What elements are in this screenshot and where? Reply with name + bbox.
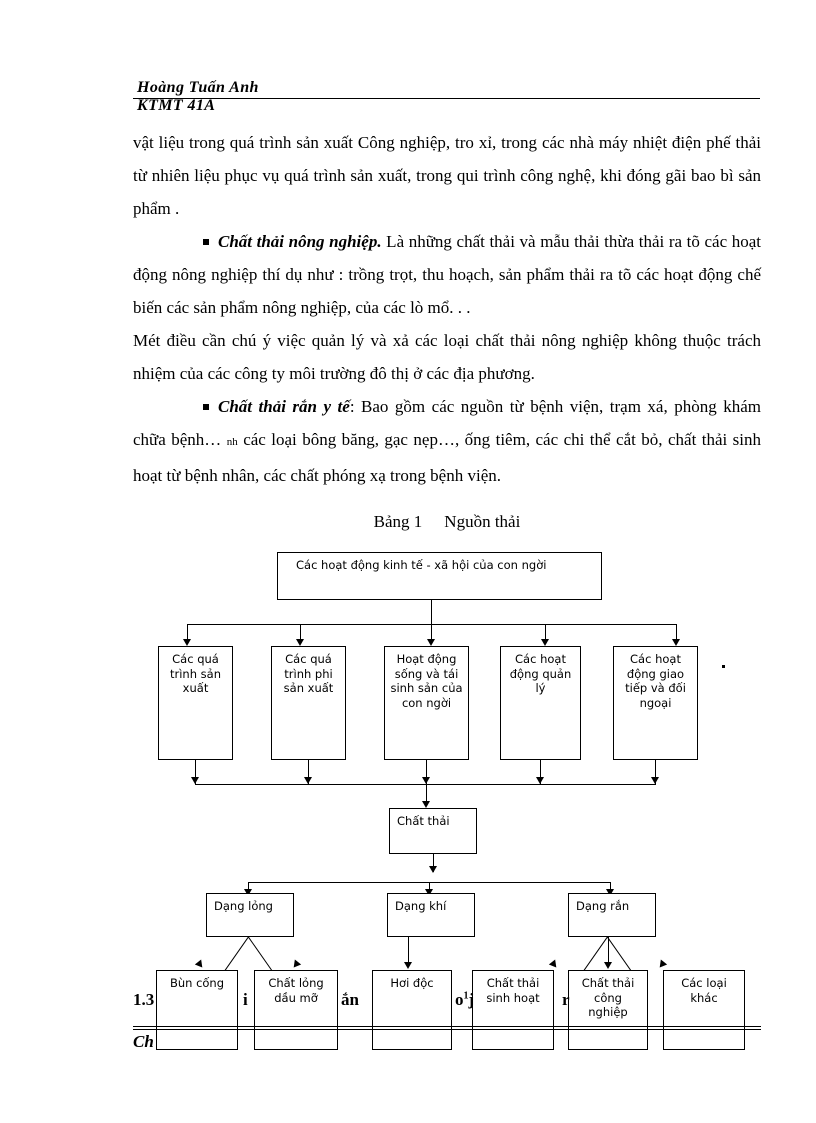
footer-fragment-an: ắn	[341, 990, 359, 1009]
arrowhead-gas	[404, 962, 412, 969]
flow-node-communication: Các hoạt động giao tiếp và đối ngoại	[613, 646, 698, 760]
flow-node-living-reproduction: Hoạt động sống và tái sinh sản của con n…	[384, 646, 469, 760]
footer-fragment-o1j: o1j	[455, 990, 475, 1009]
arrowhead-waste	[422, 801, 430, 808]
flow-node-solid: Dạng rắn	[568, 893, 656, 937]
footer-section-number: 1.3	[133, 990, 155, 1009]
arrowhead-solid-left	[548, 959, 560, 970]
document-page: Hoàng Tuấn Anh KTMT 41A vật liệu trong q…	[0, 0, 816, 1123]
arrowhead-waste-down	[429, 866, 437, 873]
arrowhead-solid-right	[656, 959, 668, 970]
arrowhead-1	[183, 639, 191, 646]
arrowhead-c2	[304, 777, 312, 784]
footer-rule-top	[133, 1026, 761, 1027]
footer-rule-bottom	[133, 1029, 761, 1030]
connector-root-down	[431, 600, 432, 624]
arrowhead-c4	[536, 777, 544, 784]
waste-source-flowchart: Các hoạt động kinh tế - xã hội của con n…	[0, 0, 816, 1123]
flow-node-waste: Chất thải	[389, 808, 477, 854]
arrowhead-liquid-right	[290, 959, 302, 970]
arrowhead-4	[541, 639, 549, 646]
footer-fragment-i: i	[243, 990, 248, 1009]
flow-node-non-production: Các quá trình phi sản xuất	[271, 646, 346, 760]
arrowhead-2	[296, 639, 304, 646]
footer-chapter-line: Ch	[133, 1032, 154, 1051]
arrowhead-solid-mid	[604, 962, 612, 969]
arrowhead-5	[672, 639, 680, 646]
arrowhead-c1	[191, 777, 199, 784]
flow-node-root: Các hoạt động kinh tế - xã hội của con n…	[277, 552, 602, 600]
flow-node-management: Các hoạt động quản lý	[500, 646, 581, 760]
stray-mark-icon	[722, 665, 725, 668]
arrowhead-c3	[422, 777, 430, 784]
flow-node-liquid: Dạng lỏng	[206, 893, 294, 937]
arrowhead-c5	[651, 777, 659, 784]
flow-node-gas: Dạng khí	[387, 893, 475, 937]
arrowhead-3	[427, 639, 435, 646]
footer-fragment-r: r	[562, 990, 570, 1009]
flow-node-production: Các quá trình sản xuất	[158, 646, 233, 760]
arrowhead-liquid-left	[194, 959, 206, 970]
